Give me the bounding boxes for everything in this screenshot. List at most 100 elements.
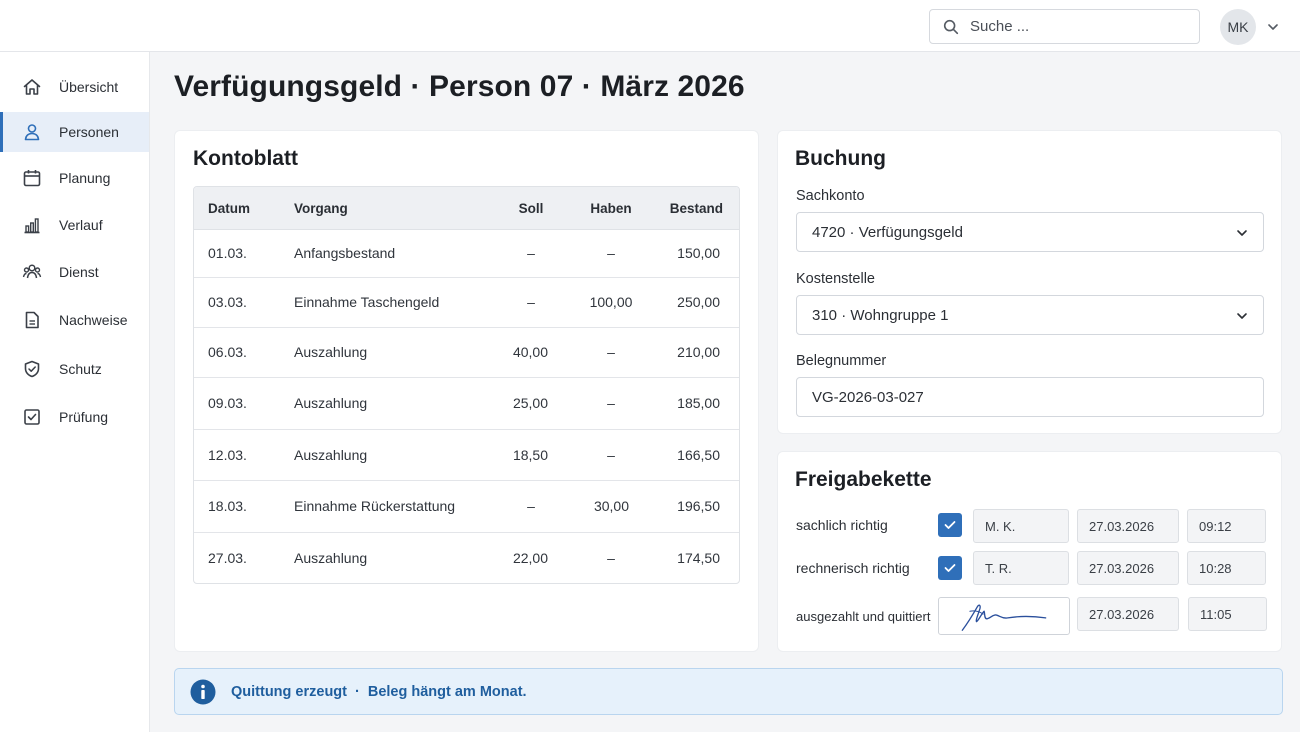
column-header-haben: Haben — [590, 201, 632, 216]
time-field[interactable]: 11:05 — [1188, 597, 1267, 631]
step-label-sachlich: sachlich richtig — [796, 517, 888, 533]
time-value: 11:05 — [1200, 606, 1232, 622]
initials-field[interactable]: T. R. — [973, 551, 1069, 585]
document-icon — [25, 311, 39, 329]
column-header-vorgang: Vorgang — [294, 201, 348, 216]
signature-icon — [961, 604, 1047, 631]
sidebar-item-planung[interactable]: Planung — [0, 158, 149, 198]
person-icon — [24, 124, 40, 141]
table-row: 09.03. Auszahlung 25,00 – 185,00 — [194, 378, 739, 430]
banner-text-primary: Quittung erzeugt — [231, 683, 347, 700]
cell-datum: 06.03. — [208, 344, 247, 360]
sidebar-item-nachweise[interactable]: Nachweise — [0, 300, 149, 340]
page-title: Verfügungsgeld · Person 07 · März 2026 — [174, 70, 745, 103]
cell-haben: 100,00 — [589, 294, 633, 310]
cell-haben: – — [607, 344, 615, 360]
cell-bestand: 166,50 — [677, 447, 720, 463]
cell-bestand: 250,00 — [677, 294, 720, 310]
table-row: 03.03. Einnahme Taschengeld – 100,00 250… — [194, 278, 739, 328]
column-header-bestand: Bestand — [669, 201, 723, 216]
sachkonto-label: Sachkonto — [796, 188, 865, 204]
info-icon — [190, 679, 216, 704]
column-header-datum: Datum — [208, 201, 251, 216]
cell-datum: 09.03. — [208, 395, 247, 411]
cell-vorgang: Auszahlung — [294, 395, 368, 411]
cell-soll: – — [527, 294, 535, 310]
checkbox-icon — [24, 409, 40, 425]
calendar-icon — [23, 170, 41, 187]
date-field[interactable]: 27.03.2026 — [1077, 551, 1179, 585]
kostenstelle-value: 310 · Wohngruppe 1 — [812, 306, 949, 324]
search-box[interactable] — [929, 9, 1200, 44]
buchung-title: Buchung — [795, 147, 886, 170]
table-row: 01.03. Anfangsbestand – – 150,00 — [194, 230, 739, 278]
sachkonto-select[interactable]: 4720 · Verfügungsgeld — [796, 212, 1264, 252]
time-field[interactable]: 10:28 — [1187, 551, 1266, 585]
initials-value: M. K. — [985, 518, 1016, 534]
banner-separator: · — [355, 683, 360, 700]
cell-haben: – — [607, 447, 615, 463]
sidebar: Übersicht Personen Planung Verlauf Diens… — [0, 52, 150, 732]
cell-datum: 18.03. — [208, 498, 247, 514]
search-input[interactable] — [970, 18, 1170, 35]
buchung-card: Buchung Sachkonto 4720 · Verfügungsgeld … — [777, 130, 1282, 434]
cell-datum: 27.03. — [208, 550, 247, 566]
signature-field[interactable] — [938, 597, 1070, 635]
cell-vorgang: Auszahlung — [294, 550, 368, 566]
chevron-down-icon — [1237, 313, 1247, 319]
sidebar-item-label: Schutz — [59, 361, 102, 377]
rechnerisch-checkbox[interactable] — [938, 556, 962, 580]
belegnummer-label: Belegnummer — [796, 353, 887, 369]
home-icon — [23, 79, 41, 95]
cell-bestand: 210,00 — [677, 344, 720, 360]
cell-datum: 12.03. — [208, 447, 247, 463]
table-row: 12.03. Auszahlung 18,50 – 166,50 — [194, 430, 739, 481]
sidebar-item-verlauf[interactable]: Verlauf — [0, 205, 149, 245]
cell-vorgang: Einnahme Rückerstattung — [294, 498, 456, 514]
sachkonto-value: 4720 · Verfügungsgeld — [812, 223, 963, 241]
bar-chart-icon — [24, 218, 40, 234]
cell-bestand: 185,00 — [677, 395, 720, 411]
search-icon — [943, 19, 959, 34]
sidebar-item-label: Dienst — [59, 264, 99, 280]
cell-soll: – — [527, 498, 535, 514]
cell-soll: 22,00 — [512, 550, 548, 566]
date-field[interactable]: 27.03.2026 — [1077, 509, 1179, 543]
belegnummer-field[interactable]: VG-2026-03-027 — [796, 377, 1264, 417]
initials-field[interactable]: M. K. — [973, 509, 1069, 543]
shield-icon — [24, 360, 40, 378]
step-label-ausgezahlt: ausgezahlt und quittiert — [796, 609, 931, 624]
kontoblatt-title: Kontoblatt — [193, 147, 298, 170]
date-value: 27.03.2026 — [1089, 560, 1155, 576]
sidebar-item-label: Verlauf — [59, 217, 103, 233]
sidebar-item-personen[interactable]: Personen — [0, 112, 149, 152]
date-field[interactable]: 27.03.2026 — [1077, 597, 1179, 631]
table-row: 18.03. Einnahme Rückerstattung – 30,00 1… — [194, 481, 739, 533]
time-value: 10:28 — [1199, 560, 1232, 576]
chevron-down-icon[interactable] — [1266, 20, 1280, 34]
cell-haben: – — [607, 245, 615, 261]
avatar[interactable]: MK — [1220, 9, 1256, 45]
sidebar-item-dienst[interactable]: Dienst — [0, 252, 149, 292]
sidebar-item-pruefung[interactable]: Prüfung — [0, 397, 149, 437]
table-row: 27.03. Auszahlung 22,00 – 174,50 — [194, 533, 739, 583]
cell-bestand: 150,00 — [677, 245, 720, 261]
cell-datum: 03.03. — [208, 294, 247, 310]
ledger-table: Datum Vorgang Soll Haben Bestand 01.03. … — [193, 186, 740, 584]
sidebar-item-uebersicht[interactable]: Übersicht — [0, 67, 149, 107]
time-field[interactable]: 09:12 — [1187, 509, 1266, 543]
date-value: 27.03.2026 — [1089, 606, 1155, 622]
info-banner: Quittung erzeugt · Beleg hängt am Monat. — [174, 668, 1283, 715]
sachlich-checkbox[interactable] — [938, 513, 962, 537]
sidebar-item-schutz[interactable]: Schutz — [0, 349, 149, 389]
cell-soll: 18,50 — [512, 447, 548, 463]
chevron-down-icon — [1237, 230, 1247, 236]
top-bar: MK — [0, 0, 1300, 52]
cell-vorgang: Einnahme Taschengeld — [294, 294, 440, 310]
cell-soll: 25,00 — [512, 395, 548, 411]
cell-haben: 30,00 — [593, 498, 629, 514]
kostenstelle-select[interactable]: 310 · Wohngruppe 1 — [796, 295, 1264, 335]
cell-bestand: 196,50 — [677, 498, 720, 514]
check-icon — [944, 564, 956, 572]
time-value: 09:12 — [1199, 518, 1232, 534]
